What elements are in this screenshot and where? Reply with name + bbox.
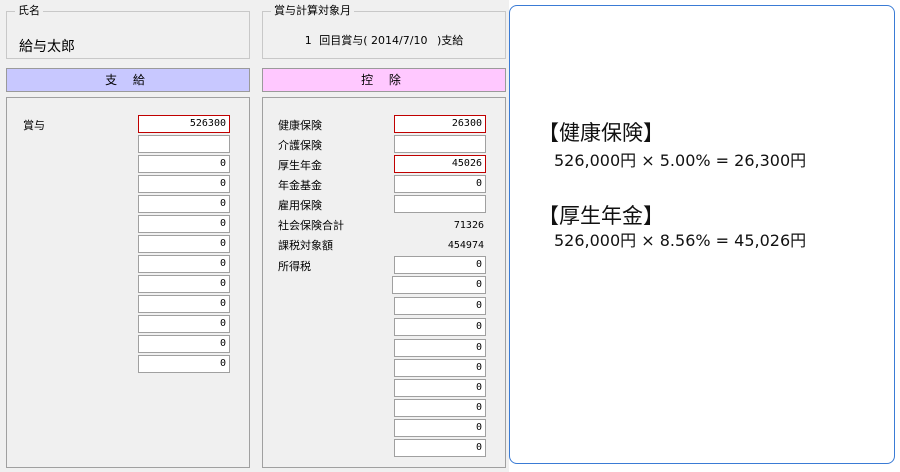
nursing-insurance-field[interactable] [394,135,486,153]
nursing-insurance-label: 介護保険 [278,139,322,152]
health-insurance-title: 【健康保険】 [538,121,664,145]
health-insurance-label: 健康保険 [278,119,322,132]
bonus-date: 2014/7/10 [371,34,428,47]
name-group-legend: 氏名 [15,4,43,18]
bonus-amount-field[interactable]: 526300 [138,115,230,133]
calculation-explanation-box: 【健康保険】 526,000円 × 5.00% = 26,300円 【厚生年金】… [509,5,895,464]
payment-header: 支 給 [6,68,250,92]
health-insurance-field[interactable]: 26300 [394,115,486,133]
date-open: ( [363,34,368,47]
bonus-label: 回目賞与 [319,34,364,47]
deduction-panel: 健康保険 26300 介護保険 厚生年金 45026 年金基金 0 雇用保険 社… [262,97,506,468]
deduction-field[interactable]: 0 [394,439,486,457]
payment-field[interactable]: 0 [138,295,230,313]
payment-field[interactable]: 0 [138,215,230,233]
welfare-pension-label: 厚生年金 [278,159,322,172]
payment-field[interactable]: 0 [138,175,230,193]
payment-field[interactable]: 0 [138,355,230,373]
payment-field[interactable]: 0 [138,315,230,333]
pension-fund-field[interactable]: 0 [394,175,486,193]
bonus-count: 1 [304,34,312,47]
income-tax-field[interactable]: 0 [394,256,486,274]
deduction-field[interactable]: 0 [394,339,486,357]
payment-field[interactable]: 0 [138,235,230,253]
date-close: )支給 [436,34,464,47]
bonus-form: 氏名 給与太郎 賞与計算対象月 1 回目賞与( 2014/7/10 )支給 支 … [0,0,509,472]
payment-field[interactable]: 0 [138,275,230,293]
payment-field[interactable]: 0 [138,255,230,273]
health-insurance-formula: 526,000円 × 5.00% = 26,300円 [554,151,807,170]
deduction-field[interactable]: 0 [394,297,486,315]
employee-name: 給与太郎 [19,39,75,55]
payment-panel: 賞与 526300 0 0 0 0 0 0 0 0 0 0 0 [6,97,250,468]
social-insurance-total-label: 社会保険合計 [278,219,344,232]
target-month-legend: 賞与計算対象月 [271,4,354,18]
welfare-pension-field[interactable]: 45026 [394,155,486,173]
deduction-field[interactable]: 0 [394,318,486,336]
target-month-text: 1 回目賞与( 2014/7/10 )支給 [263,32,505,48]
deduction-field[interactable]: 0 [394,379,486,397]
payment-field[interactable]: 0 [138,335,230,353]
social-insurance-total-value: 71326 [453,220,484,231]
employment-insurance-label: 雇用保険 [278,199,322,212]
name-group: 氏名 給与太郎 [6,4,250,59]
deduction-field[interactable]: 0 [394,399,486,417]
payment-field[interactable]: 0 [138,195,230,213]
deduction-field[interactable]: 0 [392,276,486,294]
deduction-field[interactable]: 0 [394,359,486,377]
bonus-label-text: 賞与 [23,119,45,132]
payment-field[interactable]: 0 [138,155,230,173]
target-month-group: 賞与計算対象月 1 回目賞与( 2014/7/10 )支給 [262,4,506,59]
deduction-field[interactable]: 0 [394,419,486,437]
welfare-pension-formula: 526,000円 × 8.56% = 45,026円 [554,231,807,250]
taxable-amount-value: 454974 [447,240,484,251]
income-tax-label: 所得税 [278,260,311,273]
employment-insurance-field[interactable] [394,195,486,213]
deduction-header: 控 除 [262,68,506,92]
pension-fund-label: 年金基金 [278,179,322,192]
payment-field[interactable] [138,135,230,153]
welfare-pension-title: 【厚生年金】 [538,204,664,228]
taxable-amount-label: 課税対象額 [278,239,333,252]
